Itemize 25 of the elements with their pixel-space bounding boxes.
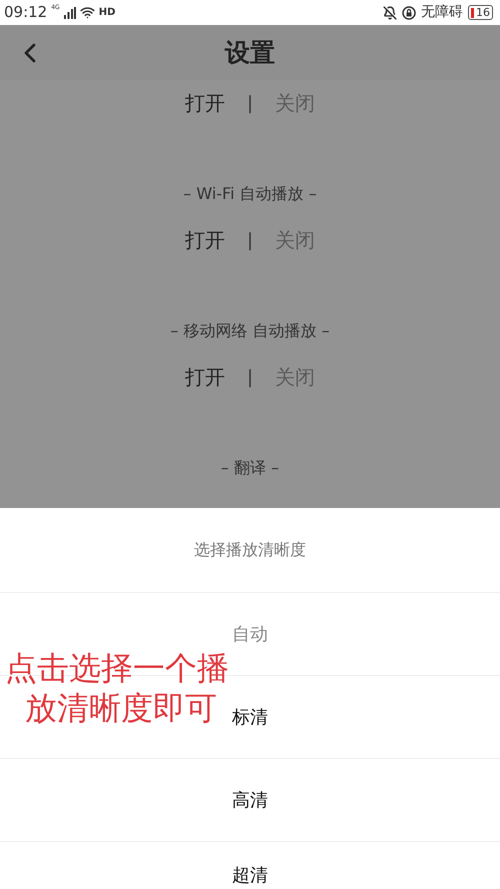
toggle-option[interactable]: 打开 — [184, 362, 225, 392]
bell-off-icon — [383, 6, 397, 20]
option-separator: | — [246, 228, 254, 252]
annotation-text: 放清晰度即可 — [24, 688, 218, 728]
toggle-option[interactable]: 打开 — [184, 88, 225, 118]
quality-option[interactable]: 标清 — [232, 704, 268, 730]
sheet-title: 选择播放清晰度 — [194, 539, 306, 561]
wifi-icon — [80, 5, 95, 20]
option-separator: | — [246, 92, 254, 116]
battery-indicator: 16 — [468, 5, 493, 20]
option-separator: | — [246, 366, 254, 390]
quality-option[interactable]: 超清 — [232, 862, 268, 889]
page-title: 设置 — [225, 36, 275, 69]
group-title: – Wi-Fi 自动播放 – — [183, 183, 317, 205]
hd-label: HD — [98, 8, 116, 18]
lock-icon — [402, 6, 416, 20]
group-title: – 移动网络 自动播放 – — [170, 320, 330, 342]
toggle-option[interactable]: 打开 — [184, 225, 225, 255]
accessibility-label: 无障碍 — [421, 3, 463, 22]
group-title: – 翻译 – — [220, 457, 280, 479]
quality-option[interactable]: 高清 — [232, 786, 268, 814]
quality-option[interactable]: 自动 — [232, 620, 268, 648]
signal-icon — [64, 6, 76, 18]
annotation-text: 点击选择一个播 — [5, 648, 229, 688]
clock-time: 09:12 — [4, 2, 48, 24]
